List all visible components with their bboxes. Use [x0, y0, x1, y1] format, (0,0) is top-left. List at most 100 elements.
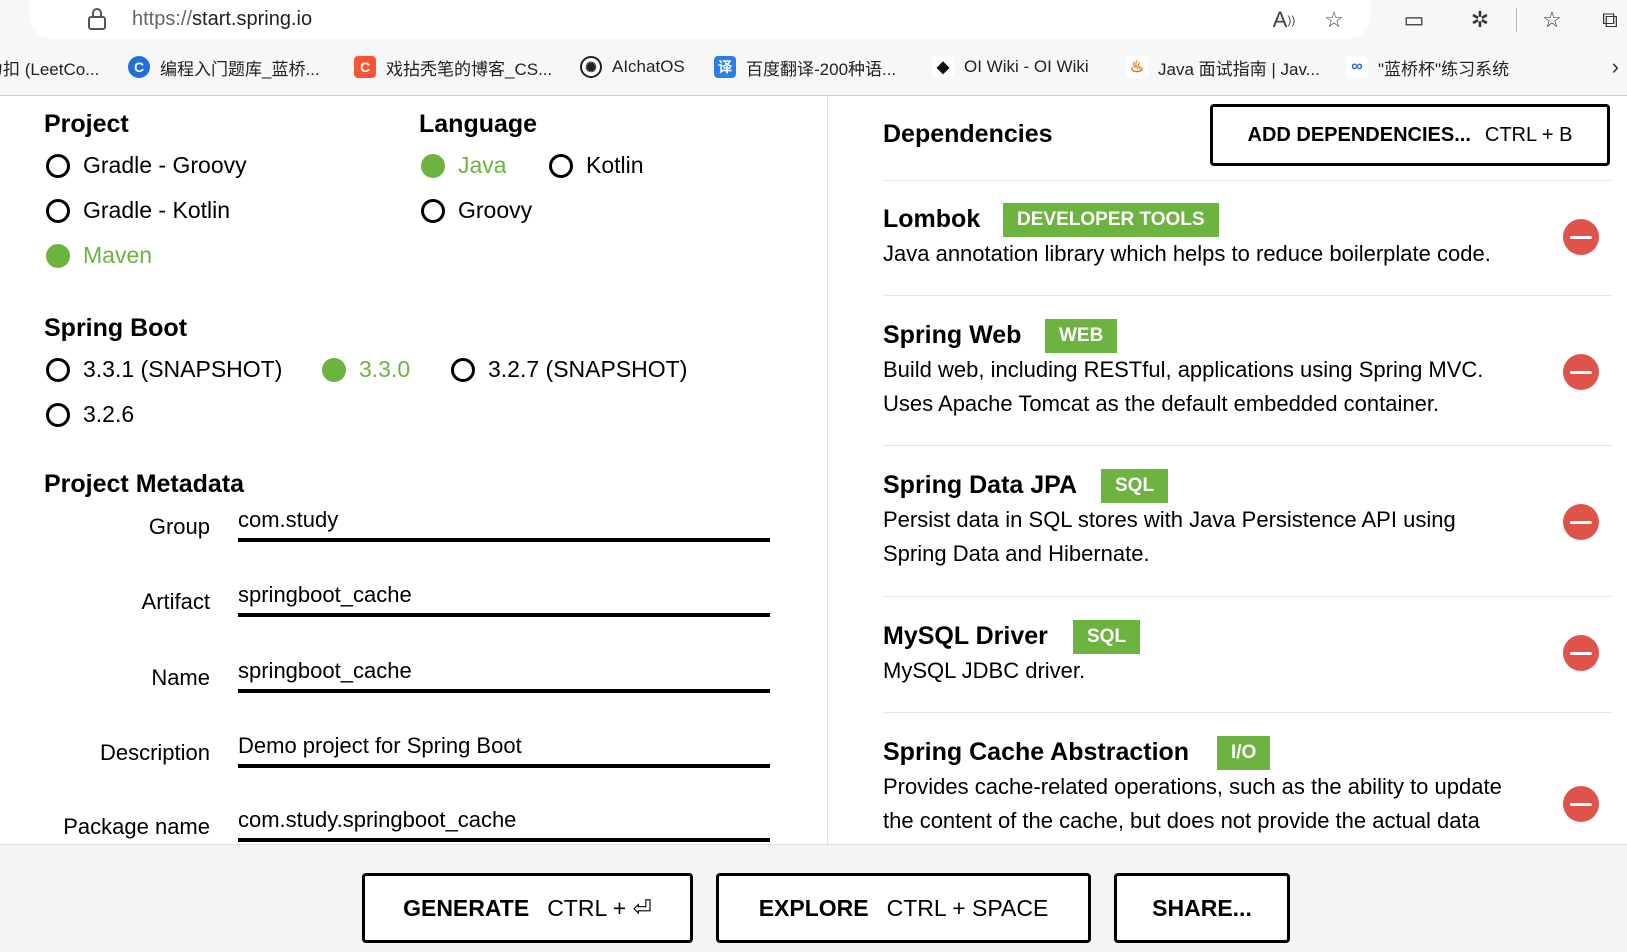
project-title: Project [44, 110, 129, 138]
dependencies-title: Dependencies [883, 120, 1053, 148]
project-option-gradle-kotlin[interactable]: Gradle - Kotlin [46, 197, 230, 224]
dependency-item-spring-cache-abstraction: Spring Cache Abstraction I/O Provides ca… [883, 712, 1611, 844]
bookmark-2[interactable]: C 戏拈秃笔的博客_CS... [354, 52, 552, 82]
dependency-tag: SQL [1101, 469, 1169, 503]
boot-option-3-2-6[interactable]: 3.2.6 [46, 401, 134, 428]
collections-icon[interactable]: ⧉ [1594, 4, 1626, 36]
boot-option-3-2-7[interactable]: 3.2.7 (SNAPSHOT) [451, 356, 687, 383]
remove-icon[interactable] [1563, 635, 1599, 671]
project-option-maven[interactable]: Maven [46, 242, 152, 269]
bookmark-label: "蓝桥杯"练习系统 [1378, 59, 1510, 79]
dependency-description: Provides cache-related operations, such … [883, 774, 1502, 833]
package-name-label: Package name [63, 814, 210, 839]
dependency-tag: DEVELOPER TOOLS [1003, 203, 1219, 237]
radio-label: 3.2.6 [83, 401, 135, 427]
translate-icon: 译 [714, 56, 736, 78]
url-protocol: https:// [132, 8, 193, 30]
dependency-tag: WEB [1045, 319, 1118, 353]
language-option-kotlin[interactable]: Kotlin [549, 152, 644, 179]
dependency-name: Lombok [883, 205, 981, 233]
bookmark-label: AIchatOS [612, 57, 685, 76]
chevron-right-icon[interactable]: › [1612, 54, 1619, 80]
bookmark-0[interactable]: 力扣 (LeetCo... [0, 52, 99, 82]
bookmark-1[interactable]: C 编程入门题库_蓝桥... [128, 52, 320, 82]
radio-icon [421, 198, 445, 223]
project-metadata-title: Project Metadata [44, 470, 245, 498]
dependency-description: Java annotation library which helps to r… [883, 241, 1491, 266]
bookmark-label: 戏拈秃笔的博客_CS... [386, 59, 553, 79]
options-panel: Project Gradle - Groovy Gradle - Kotlin … [0, 96, 828, 844]
add-dependencies-button[interactable]: ADD DEPENDENCIES... CTRL + B [1210, 104, 1610, 166]
add-favorite-icon[interactable]: ☆ [1320, 6, 1348, 34]
bookmark-7[interactable]: ∞ "蓝桥杯"练习系统 [1346, 52, 1509, 82]
description-input[interactable] [238, 728, 770, 768]
dependency-name: Spring Data JPA [883, 471, 1078, 499]
spring-initializr-page: Project Gradle - Groovy Gradle - Kotlin … [0, 96, 1627, 844]
bookmark-label: 编程入门题库_蓝桥... [160, 59, 320, 79]
radio-icon [46, 357, 70, 382]
dependencies-panel: Dependencies ADD DEPENDENCIES... CTRL + … [829, 96, 1627, 844]
radio-label: 3.3.1 (SNAPSHOT) [83, 356, 283, 382]
artifact-label: Artifact [141, 589, 210, 614]
url-host: start.spring.io [192, 8, 313, 30]
toolbar-separator [1516, 8, 1517, 32]
dependency-name: Spring Web [883, 321, 1022, 349]
name-input[interactable] [238, 653, 770, 693]
address-bar[interactable]: https://start.spring.io A)) ☆ [30, 0, 1370, 38]
dependency-item-mysql-driver: MySQL Driver SQL MySQL JDBC driver. [883, 596, 1611, 712]
explore-button[interactable]: EXPLORE CTRL + SPACE [716, 873, 1091, 943]
spring-boot-title: Spring Boot [44, 314, 188, 342]
bookmark-label: Java 面试指南 | Jav... [1158, 59, 1320, 79]
dependency-name: MySQL Driver [883, 622, 1048, 650]
generate-shortcut: CTRL + ⏎ [547, 894, 652, 921]
radio-label: Maven [83, 242, 153, 268]
radio-icon [46, 198, 70, 223]
dependency-description: Persist data in SQL stores with Java Per… [883, 507, 1456, 566]
bookmarks-bar: 力扣 (LeetCo... C 编程入门题库_蓝桥... C 戏拈秃笔的博客_CS.… [0, 52, 1627, 82]
dependency-description: Build web, including RESTful, applicatio… [883, 357, 1484, 416]
oiwiki-icon: ◆ [932, 56, 954, 78]
artifact-input[interactable] [238, 577, 770, 617]
action-footer: GENERATE CTRL + ⏎ EXPLORE CTRL + SPACE S… [0, 844, 1627, 952]
radio-icon [46, 153, 70, 178]
language-option-groovy[interactable]: Groovy [421, 197, 532, 224]
add-dependencies-label: ADD DEPENDENCIES... [1247, 123, 1471, 146]
lanqiao-system-icon: ∞ [1346, 56, 1368, 78]
package-name-input[interactable] [238, 802, 770, 842]
url-text[interactable]: https://start.spring.io [132, 8, 312, 31]
bookmark-label: 力扣 (LeetCo... [0, 59, 100, 79]
share-button[interactable]: SHARE... [1114, 873, 1290, 943]
radio-selected-icon [421, 153, 445, 178]
language-option-java[interactable]: Java [421, 152, 507, 179]
radio-label: Java [458, 152, 507, 178]
chat-icon: ✺ [580, 56, 602, 78]
generate-button[interactable]: GENERATE CTRL + ⏎ [362, 873, 693, 943]
radio-icon [549, 153, 573, 178]
lock-icon [88, 8, 106, 30]
group-input[interactable] [238, 502, 770, 542]
remove-icon[interactable] [1563, 354, 1599, 390]
remove-icon[interactable] [1563, 219, 1599, 255]
extensions-icon[interactable]: ✲ [1464, 4, 1496, 36]
screen-cast-icon[interactable]: ▭ [1398, 4, 1430, 36]
boot-option-3-3-1[interactable]: 3.3.1 (SNAPSHOT) [46, 356, 282, 383]
radio-label: 3.3.0 [359, 356, 411, 382]
bookmark-3[interactable]: ✺ AIchatOS [580, 52, 685, 82]
remove-icon[interactable] [1563, 786, 1599, 822]
radio-selected-icon [46, 243, 70, 268]
bookmark-5[interactable]: ◆ OI Wiki - OI Wiki [932, 52, 1089, 82]
read-aloud-icon[interactable]: A)) [1270, 6, 1298, 34]
csdn-icon: C [354, 56, 376, 78]
bookmark-4[interactable]: 译百度翻译-200种语... [714, 52, 896, 82]
favorites-icon[interactable]: ☆ [1536, 4, 1568, 36]
generate-label: GENERATE [403, 894, 530, 921]
dependency-name: Spring Cache Abstraction [883, 738, 1190, 766]
bookmark-6[interactable]: ♨ Java 面试指南 | Jav... [1126, 52, 1320, 82]
project-option-gradle-groovy[interactable]: Gradle - Groovy [46, 152, 247, 179]
dependency-item-lombok: Lombok DEVELOPER TOOLS Java annotation l… [883, 180, 1611, 295]
radio-selected-icon [322, 357, 346, 382]
remove-icon[interactable] [1563, 504, 1599, 540]
dependency-description: MySQL JDBC driver. [883, 658, 1086, 683]
boot-option-3-3-0[interactable]: 3.3.0 [322, 356, 410, 383]
add-dependencies-shortcut: CTRL + B [1484, 123, 1573, 146]
